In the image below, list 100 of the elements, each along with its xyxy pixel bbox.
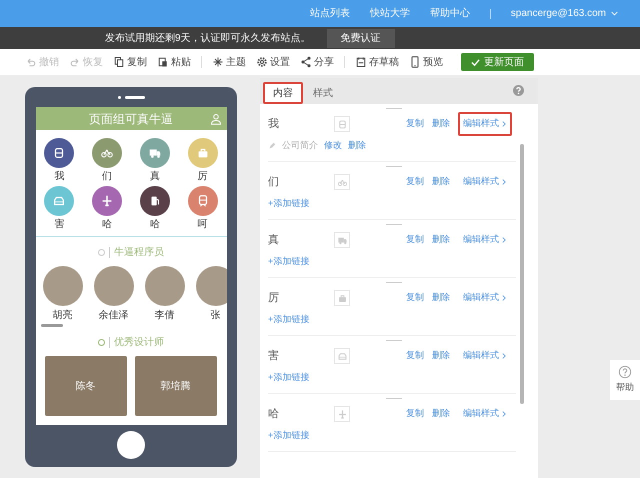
scrollbar[interactable] xyxy=(520,144,524,404)
phone-icon xyxy=(409,56,421,68)
help-button[interactable]: 帮助 xyxy=(610,360,640,400)
action-link[interactable]: 编辑样式 xyxy=(458,228,512,252)
photo-card[interactable]: 郭培腾 xyxy=(134,356,216,416)
settings-icon xyxy=(256,56,268,68)
share-button[interactable]: 分享 xyxy=(300,54,334,70)
action-link[interactable]: 编辑样式 xyxy=(458,286,512,310)
photo-card[interactable]: 陈冬 xyxy=(44,356,126,416)
icon-picker[interactable] xyxy=(334,406,350,422)
drag-handle[interactable] xyxy=(386,166,402,167)
card-caption: 郭培腾 xyxy=(160,380,190,394)
avatar-photo xyxy=(94,266,134,306)
action-link[interactable]: 删除 xyxy=(432,233,450,247)
nav-link[interactable]: 快站大学 xyxy=(370,6,410,21)
item-label: 们 xyxy=(268,174,280,190)
action-link[interactable]: 编辑样式 xyxy=(458,344,512,368)
action-link[interactable]: 编辑样式 xyxy=(458,402,512,426)
item-label: 真 xyxy=(268,232,280,248)
action-link[interactable]: 删除 xyxy=(432,175,450,189)
pencil-icon xyxy=(268,142,276,150)
action-link[interactable]: 复制 xyxy=(406,291,424,305)
icon-picker[interactable] xyxy=(334,232,350,248)
drag-handle[interactable] xyxy=(386,282,402,283)
person-name: 胡亮 xyxy=(52,308,72,323)
section-title: 牛逼程序员 xyxy=(114,246,164,260)
draft-button[interactable]: 存草稿 xyxy=(355,54,399,70)
chevron-icon xyxy=(501,411,507,417)
chevron-icon xyxy=(501,121,507,127)
list-row[interactable]: 真 复制 删除 编辑样式 +添加链接 xyxy=(268,220,516,278)
icon-picker[interactable] xyxy=(334,290,350,306)
card-caption: 陈冬 xyxy=(76,380,96,394)
add-link[interactable]: +添加链接 xyxy=(268,255,310,268)
action-link[interactable]: 删除 xyxy=(432,117,450,131)
grid-label: 哈 xyxy=(150,219,160,230)
drag-handle[interactable] xyxy=(386,398,402,399)
horizontal-scrollbar[interactable] xyxy=(40,324,62,327)
action-link[interactable]: 删除 xyxy=(432,407,450,421)
person-name: 余佳泽 xyxy=(98,309,128,323)
avatar-photo xyxy=(196,266,226,306)
icon-picker[interactable] xyxy=(334,174,350,190)
add-link[interactable]: +添加链接 xyxy=(268,429,310,442)
grid-label: 们 xyxy=(102,171,112,182)
action-link[interactable]: 编辑样式 xyxy=(458,170,512,194)
tab[interactable]: 样式 xyxy=(303,82,343,104)
publish-button[interactable]: 更新页面 xyxy=(461,53,534,71)
plane-icon xyxy=(100,194,114,208)
action-link[interactable]: 复制 xyxy=(406,349,424,363)
nav-link[interactable]: 站点列表 xyxy=(310,6,350,21)
action-link[interactable]: 复制 xyxy=(406,117,424,131)
add-link[interactable]: +添加链接 xyxy=(268,371,310,384)
action-link[interactable]: 编辑样式 xyxy=(458,112,512,136)
user-icon[interactable] xyxy=(210,112,222,124)
share-icon xyxy=(300,56,312,68)
sparkle-icon xyxy=(212,56,224,68)
list-row[interactable]: 我 复制 删除 编辑样式 公司简介 修改 删除 xyxy=(268,104,516,162)
account-menu[interactable]: spancerge@163.com xyxy=(510,6,618,21)
list-row[interactable]: 厉 复制 删除 编辑样式 +添加链接 xyxy=(268,278,516,336)
theme-button[interactable]: 主题 xyxy=(212,54,246,70)
add-link[interactable]: +添加链接 xyxy=(268,197,310,210)
item-label: 我 xyxy=(268,116,280,132)
car-icon xyxy=(336,350,348,362)
car-icon xyxy=(52,194,66,208)
action-link[interactable]: 复制 xyxy=(406,175,424,189)
nav-link[interactable]: 帮助中心 xyxy=(430,6,470,21)
action-link[interactable]: 复制 xyxy=(406,407,424,421)
settings-button[interactable]: 设置 xyxy=(256,54,290,70)
icon-picker[interactable] xyxy=(334,348,350,364)
grid-label: 呵 xyxy=(198,219,208,230)
drag-handle[interactable] xyxy=(386,108,402,109)
preview-button[interactable]: 预览 xyxy=(409,54,443,70)
list-row[interactable]: 们 复制 删除 编辑样式 +添加链接 xyxy=(268,162,516,220)
drag-handle[interactable] xyxy=(386,224,402,225)
action-link[interactable]: 删除 xyxy=(432,291,450,305)
help-icon xyxy=(618,365,632,380)
add-link[interactable]: +添加链接 xyxy=(268,313,310,326)
grid-label: 害 xyxy=(54,219,64,230)
tab[interactable]: 内容 xyxy=(263,82,303,104)
grid-label: 厉 xyxy=(198,171,208,182)
chevron-icon xyxy=(501,179,507,185)
action-link[interactable]: 复制 xyxy=(406,233,424,247)
redo-icon xyxy=(69,56,81,68)
icon-picker[interactable] xyxy=(334,116,350,132)
verify-button[interactable]: 免费认证 xyxy=(326,28,395,48)
bus-icon xyxy=(336,118,348,130)
app-title: 页面组可真牛逼 xyxy=(89,110,173,128)
item-label: 哈 xyxy=(268,406,280,422)
action-link[interactable]: 删除 xyxy=(432,349,450,363)
copy-icon xyxy=(113,56,125,68)
copy-button[interactable]: 复制 xyxy=(113,54,147,70)
paste-button[interactable]: 粘贴 xyxy=(157,54,191,70)
drag-handle[interactable] xyxy=(386,340,402,341)
list-row[interactable]: 害 复制 删除 编辑样式 +添加链接 xyxy=(268,336,516,394)
action-link[interactable]: 修改 xyxy=(324,139,342,152)
home-button[interactable] xyxy=(117,431,145,459)
person-name: 张 xyxy=(210,308,220,323)
help-icon[interactable] xyxy=(513,85,524,96)
action-link[interactable]: 删除 xyxy=(348,139,366,152)
bag-icon xyxy=(336,292,348,304)
list-row[interactable]: 哈 复制 删除 编辑样式 +添加链接 xyxy=(268,394,516,452)
